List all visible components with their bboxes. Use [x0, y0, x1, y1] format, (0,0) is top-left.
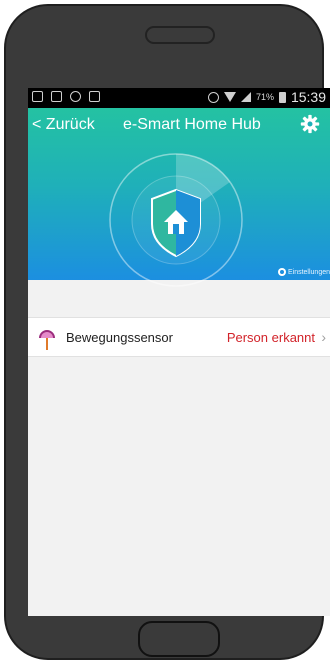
- phone-speaker: [145, 26, 215, 44]
- settings-icon: [277, 268, 286, 276]
- app-screen: 71% 15:39 < Zurück e-Smart Home Hub Eins…: [28, 88, 330, 616]
- battery-percent: 71%: [255, 92, 274, 102]
- app-header: < Zurück e-Smart Home Hub Einstellungen: [28, 108, 330, 287]
- security-radar: [109, 153, 243, 287]
- clock: 15:39: [290, 89, 326, 105]
- wifi-icon: [223, 92, 236, 102]
- sensor-list: Bewegungssensor Person erkannt ›: [28, 317, 330, 357]
- page-title: e-Smart Home Hub: [123, 116, 261, 133]
- status-bar: 71% 15:39: [28, 88, 330, 108]
- settings-link[interactable]: Einstellungen: [277, 268, 330, 276]
- sensor-name: Bewegungssensor: [66, 330, 173, 345]
- phone-home-button[interactable]: [138, 621, 220, 657]
- motion-sensor-icon: [39, 330, 55, 350]
- alarm-icon: [207, 91, 219, 103]
- sync-icon: [70, 91, 81, 102]
- settings-link-label: Einstellungen: [287, 268, 330, 276]
- chevron-right-icon: ›: [321, 329, 326, 345]
- signal-icon: [240, 92, 251, 102]
- back-button[interactable]: < Zurück: [32, 116, 95, 134]
- gear-icon[interactable]: [300, 114, 320, 134]
- sensor-status: Person erkannt: [226, 330, 315, 345]
- bag-icon: [89, 91, 100, 102]
- image-icon: [51, 91, 62, 102]
- notification-icon: [32, 91, 43, 102]
- battery-icon: [278, 91, 286, 103]
